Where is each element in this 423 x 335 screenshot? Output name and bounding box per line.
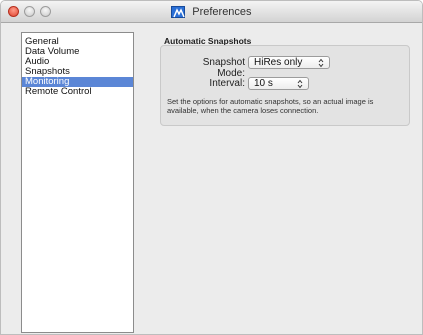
sidebar-list: General Data Volume Audio Snapshots Moni…: [21, 32, 134, 333]
snapshot-description: Set the options for automatic snapshots,…: [167, 97, 374, 115]
popup-arrows-icon: [297, 79, 303, 89]
title-bar[interactable]: Preferences: [1, 1, 422, 23]
brand-logo-icon: [171, 6, 186, 18]
snapshot-mode-label: Snapshot Mode:: [202, 57, 245, 79]
snapshot-mode-popup[interactable]: HiRes only: [248, 56, 330, 69]
interval-label: Interval:: [209, 78, 245, 89]
interval-value: 10 s: [254, 78, 273, 89]
preferences-window: Preferences General Data Volume Audio Sn…: [0, 0, 423, 335]
snapshot-mode-value: HiRes only: [254, 57, 303, 68]
popup-arrows-icon: [318, 58, 324, 68]
window-title: Preferences: [192, 6, 252, 18]
sidebar-item-remote-control[interactable]: Remote Control: [22, 87, 133, 97]
interval-popup[interactable]: 10 s: [248, 77, 309, 90]
window-title-group: Preferences: [1, 5, 422, 19]
